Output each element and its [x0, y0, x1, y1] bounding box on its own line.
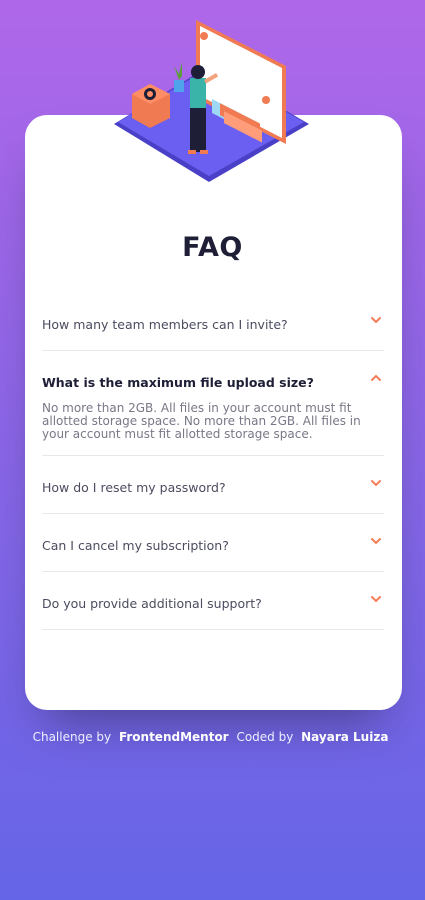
chevron-down-icon[interactable] [370, 535, 382, 547]
faq-item-upload-size[interactable]: What is the maximum file upload size? No… [42, 351, 384, 456]
chevron-down-icon[interactable] [370, 477, 382, 489]
chevron-down-icon[interactable] [370, 593, 382, 605]
faq-question-row[interactable]: How many team members can I invite? [42, 293, 384, 350]
faq-question-row[interactable]: Do you provide additional support? [42, 572, 384, 629]
author-link[interactable]: Nayara Luiza [301, 730, 388, 744]
attribution-footer: Challenge by FrontendMentor Coded by Nay… [0, 730, 425, 744]
woman-online-illustration [114, 20, 309, 182]
faq-item-team-members[interactable]: How many team members can I invite? [42, 293, 384, 351]
faq-item-additional-support[interactable]: Do you provide additional support? [42, 572, 384, 630]
faq-question: Do you provide additional support? [42, 596, 262, 611]
faq-question: Can I cancel my subscription? [42, 538, 229, 553]
faq-question: How do I reset my password? [42, 480, 226, 495]
faq-question-row[interactable]: How do I reset my password? [42, 456, 384, 513]
chevron-down-icon[interactable] [370, 314, 382, 326]
faq-question: How many team members can I invite? [42, 317, 288, 332]
challenge-prefix: Challenge by [32, 730, 112, 744]
faq-question-row[interactable]: What is the maximum file upload size? [42, 351, 384, 408]
faq-question: What is the maximum file upload size? [42, 375, 314, 390]
frontendmentor-link[interactable]: FrontendMentor [119, 730, 229, 744]
faq-item-reset-password[interactable]: How do I reset my password? [42, 456, 384, 514]
chevron-up-icon[interactable] [370, 372, 382, 384]
faq-question-row[interactable]: Can I cancel my subscription? [42, 514, 384, 571]
faq-answer: No more than 2GB. All files in your acco… [42, 401, 361, 441]
coded-prefix: Coded by [236, 730, 294, 744]
faq-list: How many team members can I invite? What… [42, 293, 384, 630]
faq-item-cancel-subscription[interactable]: Can I cancel my subscription? [42, 514, 384, 572]
page-title: FAQ [182, 232, 243, 263]
